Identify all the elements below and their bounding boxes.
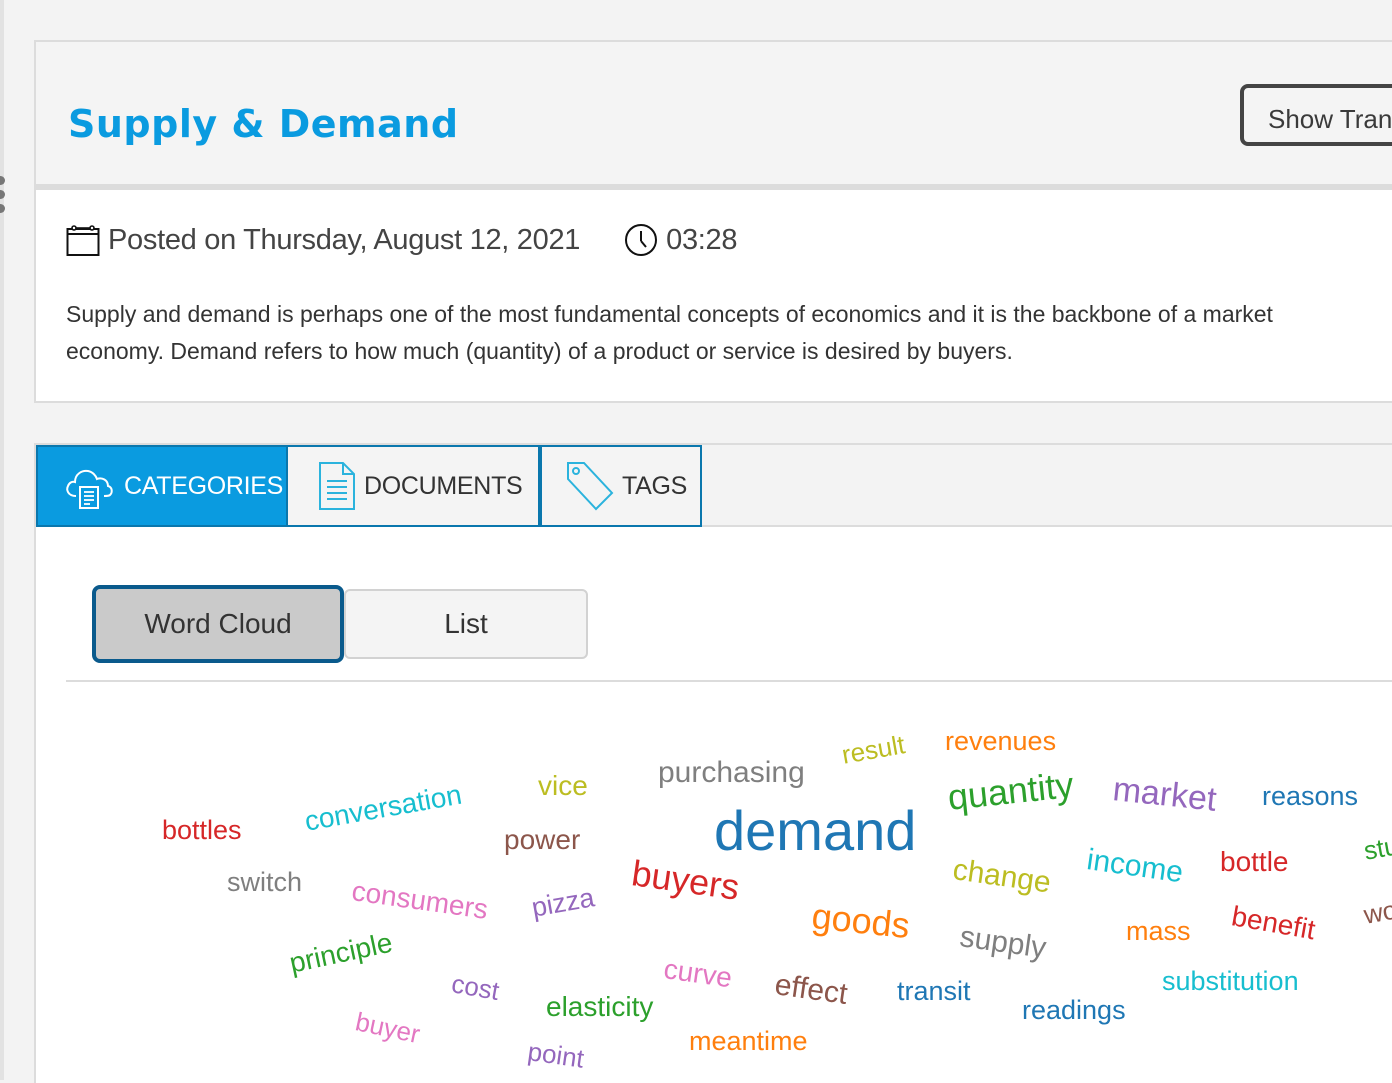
word-cloud-word[interactable]: revenues [945,728,1056,755]
calendar-icon [66,223,100,257]
word-cloud-word[interactable]: vice [538,772,588,800]
show-transcript-button[interactable]: Show Transcript [1240,84,1392,146]
info-card: Posted on Thursday, August 12, 2021 03:2… [34,190,1392,403]
word-cloud-word[interactable]: bottle [1220,848,1289,876]
word-cloud-button[interactable]: Word Cloud [92,585,344,663]
word-cloud-word[interactable]: stu [1361,830,1392,866]
video-duration: 03:28 [666,223,738,256]
description-line-1: Supply and demand is perhaps one of the … [66,301,1273,327]
word-cloud-word[interactable]: reasons [1262,783,1358,810]
tab-tags[interactable]: TAGS [540,445,702,527]
word-cloud-word[interactable]: elasticity [546,993,653,1021]
handle-dot [0,204,5,213]
page-title: Supply & Demand [68,102,459,146]
word-cloud-word[interactable]: switch [227,869,302,896]
tag-icon [566,461,614,511]
tab-documents[interactable]: DOCUMENTS [286,445,540,527]
tab-categories[interactable]: CATEGORIES [36,445,288,527]
drag-handle[interactable] [0,176,6,216]
handle-dot [0,176,5,185]
tab-tags-label: TAGS [622,471,688,500]
word-cloud-word[interactable]: substitution [1162,968,1299,995]
toggle-divider [66,680,1392,682]
tab-documents-label: DOCUMENTS [364,471,523,500]
word-cloud-word[interactable]: point [526,1036,586,1074]
tab-categories-label: CATEGORIES [124,471,284,500]
word-cloud-word[interactable]: wo [1361,894,1392,929]
word-cloud-word[interactable]: power [504,826,580,854]
meta-row: Posted on Thursday, August 12, 2021 03:2… [66,222,737,258]
word-cloud-word[interactable]: goods [810,895,912,946]
left-rail [0,0,4,1080]
word-cloud-word[interactable]: transit [897,978,971,1005]
document-icon [318,461,356,511]
tab-bar: CATEGORIES DOCUMENTS TAGS [36,445,1392,527]
word-cloud-word[interactable]: mass [1126,918,1191,945]
word-cloud-word[interactable]: readings [1022,997,1126,1024]
clock-icon [624,223,658,257]
word-cloud-word[interactable]: meantime [689,1028,808,1055]
word-cloud-word[interactable]: bottles [162,817,242,844]
description: Supply and demand is perhaps one of the … [66,296,1392,370]
handle-dot [0,190,5,199]
posted-date: Posted on Thursday, August 12, 2021 [108,223,581,256]
word-cloud-word[interactable]: cost [449,968,501,1006]
cloud-document-icon [64,462,116,510]
list-button[interactable]: List [344,589,588,659]
header-card: Supply & Demand Show Transcript [34,40,1392,184]
word-cloud-word[interactable]: purchasing [658,758,805,788]
description-line-2: economy. Demand refers to how much (quan… [66,338,1013,364]
word-cloud-word[interactable]: demand [714,803,916,859]
